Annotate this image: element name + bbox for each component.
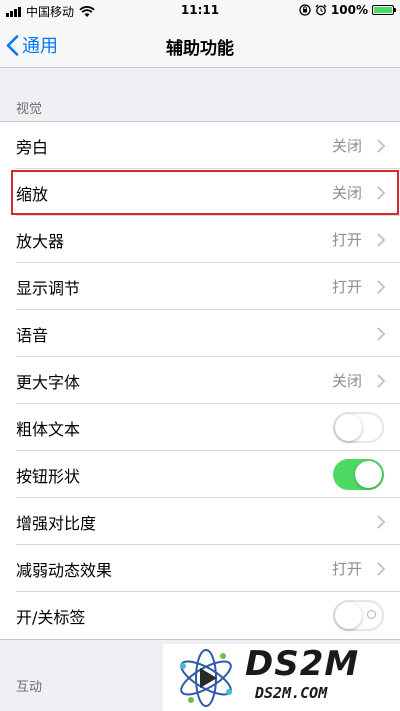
atom-logo-icon	[180, 649, 232, 707]
row-value: 打开	[331, 231, 362, 249]
row-label: 语音	[16, 325, 49, 345]
battery-percent: 100%	[330, 3, 368, 17]
row-bold-text: 粗体文本	[0, 404, 400, 451]
row-button-shapes: 按钮形状	[0, 451, 400, 498]
battery-icon	[372, 5, 396, 15]
page-title: 辅助功能	[166, 39, 234, 59]
row-label: 粗体文本	[16, 419, 81, 439]
row-label: 缩放	[16, 184, 49, 204]
row-value: 关闭	[331, 184, 362, 202]
row-voiceover[interactable]: 旁白 关闭	[0, 122, 400, 169]
row-zoom[interactable]: 缩放 关闭	[0, 169, 400, 216]
vision-settings-list: 旁白 关闭 缩放 关闭 放大器 打开 显示调节 打开 语音 更大字体 关闭 粗体…	[0, 121, 400, 640]
row-magnifier[interactable]: 放大器 打开	[0, 216, 400, 263]
row-on-off-labels: 开/关标签	[0, 592, 400, 639]
row-speech[interactable]: 语音	[0, 310, 400, 357]
watermark-title: DS2M	[245, 644, 360, 684]
chevron-right-icon	[377, 374, 385, 387]
chevron-right-icon	[377, 515, 385, 528]
row-reduce-motion[interactable]: 减弱动态效果 打开	[0, 545, 400, 592]
row-value: 打开	[331, 278, 362, 296]
row-label: 旁白	[16, 137, 49, 157]
row-label: 放大器	[16, 231, 65, 251]
status-bar: 中国移动 11:11 100%	[0, 0, 400, 22]
row-label: 增强对比度	[16, 513, 97, 533]
row-value: 关闭	[331, 372, 362, 390]
off-label-ring-icon	[367, 610, 376, 619]
row-label: 更大字体	[16, 372, 81, 392]
row-increase-contrast[interactable]: 增强对比度	[0, 498, 400, 545]
chevron-right-icon	[377, 327, 385, 340]
section-header-vision: 视觉	[16, 102, 43, 117]
button-shapes-toggle[interactable]	[333, 459, 384, 490]
chevron-right-icon	[377, 186, 385, 199]
navigation-bar: 通用 辅助功能	[0, 22, 400, 68]
on-off-labels-toggle[interactable]	[333, 600, 384, 631]
row-label: 减弱动态效果	[16, 560, 113, 580]
status-right: 100%	[299, 3, 396, 17]
row-value: 关闭	[331, 137, 362, 155]
row-label: 显示调节	[16, 278, 81, 298]
chevron-right-icon	[377, 233, 385, 246]
watermark: DS2M DS2M.COM	[163, 644, 400, 711]
row-label: 开/关标签	[16, 607, 86, 627]
row-value: 打开	[331, 560, 362, 578]
bold-text-toggle[interactable]	[333, 412, 384, 443]
chevron-right-icon	[377, 280, 385, 293]
row-larger-text[interactable]: 更大字体 关闭	[0, 357, 400, 404]
row-label: 按钮形状	[16, 466, 81, 486]
orientation-lock-icon	[299, 4, 311, 16]
row-display-accommodations[interactable]: 显示调节 打开	[0, 263, 400, 310]
section-header-interaction: 互动	[16, 680, 43, 695]
chevron-right-icon	[377, 562, 385, 575]
watermark-url: DS2M.COM	[255, 684, 328, 702]
chevron-right-icon	[377, 139, 385, 152]
alarm-icon	[315, 4, 327, 16]
